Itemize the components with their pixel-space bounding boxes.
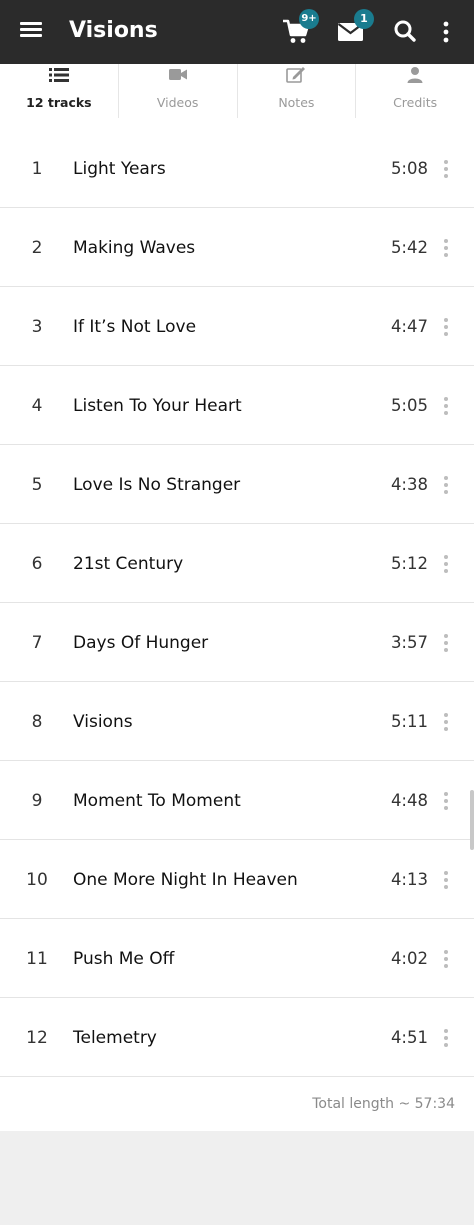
- track-length: 5:08: [390, 159, 428, 178]
- messages-button[interactable]: 1: [336, 9, 374, 48]
- track-row[interactable]: 1 Light Years 5:08: [0, 129, 474, 208]
- track-row[interactable]: 3 If It’s Not Love 4:47: [0, 287, 474, 366]
- track-number: 11: [26, 949, 48, 969]
- track-number: 12: [26, 1028, 48, 1048]
- person-icon: [407, 67, 423, 83]
- tab-bar: 12 tracks Videos Notes Credits: [0, 64, 474, 118]
- tab-label: Notes: [278, 95, 315, 110]
- track-row[interactable]: 8 Visions 5:11: [0, 682, 474, 761]
- track-title: Push Me Off: [73, 949, 175, 969]
- track-options-icon[interactable]: [438, 948, 454, 970]
- track-number: 8: [31, 712, 43, 732]
- tab-notes[interactable]: Notes: [238, 64, 357, 118]
- video-camera-icon: [168, 69, 187, 80]
- track-number: 4: [31, 396, 43, 416]
- track-title: Moment To Moment: [73, 791, 241, 811]
- track-length: 4:47: [390, 317, 428, 336]
- track-options-icon[interactable]: [438, 158, 454, 180]
- track-title: If It’s Not Love: [73, 317, 197, 337]
- track-options-icon[interactable]: [438, 869, 454, 891]
- track-number: 1: [31, 159, 43, 179]
- track-number: 7: [31, 633, 43, 653]
- track-title: Love Is No Stranger: [73, 475, 241, 495]
- track-title: Days Of Hunger: [73, 633, 209, 653]
- scrollbar-thumb[interactable]: [470, 790, 474, 850]
- track-length: 4:48: [390, 791, 428, 810]
- track-row[interactable]: 4 Listen To Your Heart 5:05: [0, 366, 474, 445]
- track-title: Making Waves: [73, 238, 196, 258]
- track-options-icon[interactable]: [438, 237, 454, 259]
- track-length: 4:51: [390, 1028, 428, 1047]
- track-number: 5: [31, 475, 43, 495]
- track-list: 1 Light Years 5:08 2 Making Waves 5:42 3…: [0, 129, 474, 1077]
- page-title: Visions: [69, 18, 158, 43]
- track-options-icon[interactable]: [438, 474, 454, 496]
- track-row[interactable]: 7 Days Of Hunger 3:57: [0, 603, 474, 682]
- track-length: 5:11: [390, 712, 428, 731]
- track-title: One More Night In Heaven: [73, 870, 298, 890]
- track-options-icon[interactable]: [438, 316, 454, 338]
- track-length: 4:38: [390, 475, 428, 494]
- cart-count-badge: 9+: [299, 9, 319, 29]
- vertical-dots-icon: [443, 21, 449, 43]
- track-title: 21st Century: [73, 554, 184, 574]
- track-title: Light Years: [73, 159, 166, 179]
- app-bar: Visions 9+ 1: [0, 0, 474, 64]
- search-icon: [394, 20, 416, 42]
- track-length: 5:05: [390, 396, 428, 415]
- track-row[interactable]: 5 Love Is No Stranger 4:38: [0, 445, 474, 524]
- overflow-menu-button[interactable]: [436, 16, 456, 48]
- track-options-icon[interactable]: [438, 790, 454, 812]
- cart-button[interactable]: 9+: [281, 9, 319, 48]
- track-row[interactable]: 9 Moment To Moment 4:48: [0, 761, 474, 840]
- track-number: 2: [31, 238, 43, 258]
- track-number: 6: [31, 554, 43, 574]
- tab-videos[interactable]: Videos: [119, 64, 238, 118]
- list-icon: [48, 68, 69, 82]
- track-row[interactable]: 2 Making Waves 5:42: [0, 208, 474, 287]
- track-row[interactable]: 12 Telemetry 4:51: [0, 998, 474, 1077]
- track-options-icon[interactable]: [438, 632, 454, 654]
- track-options-icon[interactable]: [438, 553, 454, 575]
- track-title: Listen To Your Heart: [73, 396, 242, 416]
- track-options-icon[interactable]: [438, 395, 454, 417]
- tab-label: Credits: [393, 95, 438, 110]
- track-length: 3:57: [390, 633, 428, 652]
- track-number: 10: [26, 870, 48, 890]
- track-options-icon[interactable]: [438, 711, 454, 733]
- track-length: 4:13: [390, 870, 428, 889]
- footer-area: [0, 1131, 474, 1225]
- tab-tracks[interactable]: 12 tracks: [0, 64, 119, 118]
- total-length: Total length ~ 57:34: [312, 1096, 455, 1112]
- track-length: 5:12: [390, 554, 428, 573]
- edit-note-icon: [286, 67, 306, 83]
- tab-label: 12 tracks: [26, 95, 92, 110]
- track-length: 5:42: [390, 238, 428, 257]
- track-length: 4:02: [390, 949, 428, 968]
- track-number: 3: [31, 317, 43, 337]
- tab-label: Videos: [156, 95, 199, 110]
- tab-credits[interactable]: Credits: [356, 64, 474, 118]
- track-options-icon[interactable]: [438, 1027, 454, 1049]
- track-row[interactable]: 10 One More Night In Heaven 4:13: [0, 840, 474, 919]
- messages-count-badge: 1: [354, 9, 374, 29]
- hamburger-menu-icon[interactable]: [20, 20, 44, 44]
- track-title: Visions: [73, 712, 133, 732]
- track-row[interactable]: 6 21st Century 5:12: [0, 524, 474, 603]
- track-row[interactable]: 11 Push Me Off 4:02: [0, 919, 474, 998]
- track-number: 9: [31, 791, 43, 811]
- track-title: Telemetry: [73, 1028, 157, 1048]
- search-button[interactable]: [391, 16, 423, 48]
